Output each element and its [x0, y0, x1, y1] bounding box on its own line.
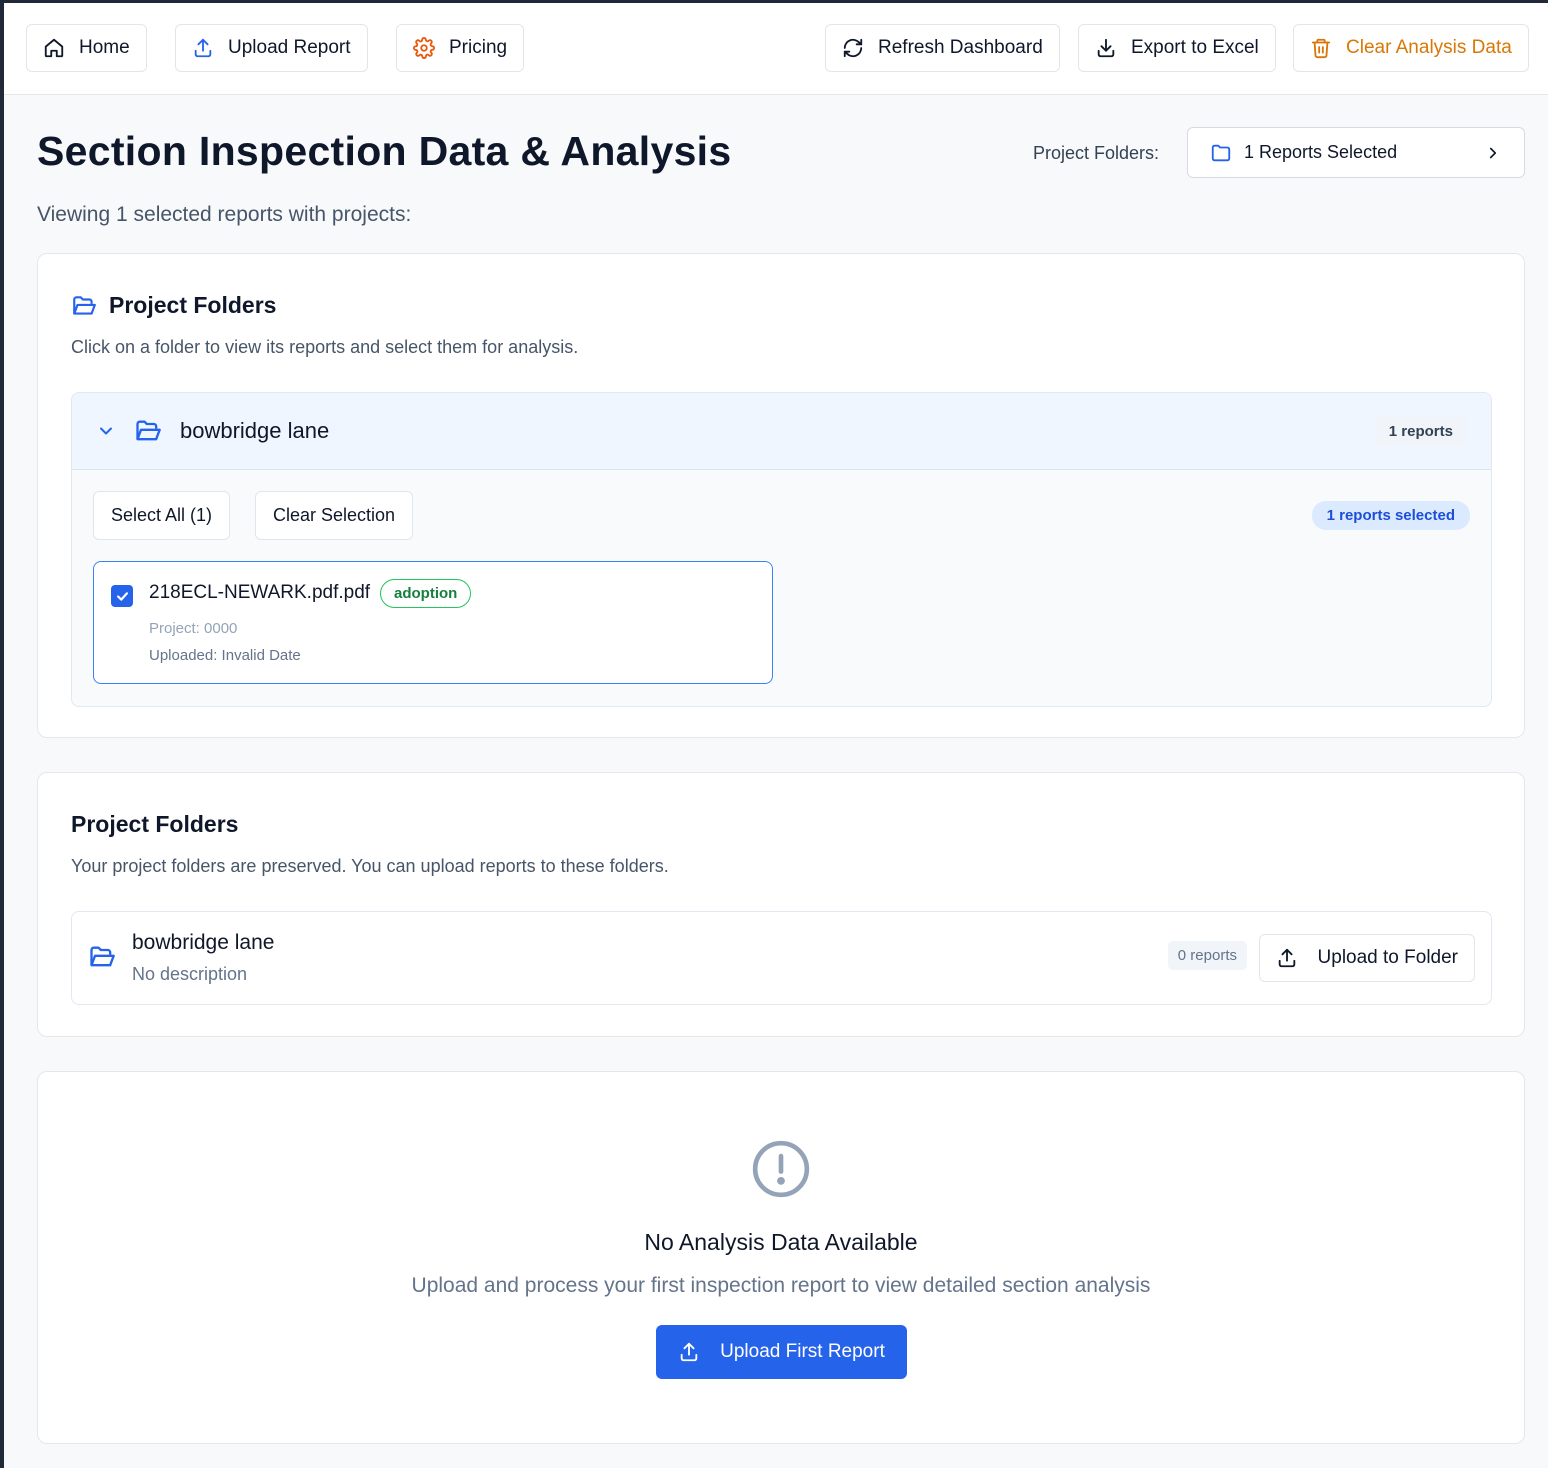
selected-count-badge: 1 reports selected [1311, 501, 1470, 530]
clear-selection-button[interactable]: Clear Selection [255, 491, 414, 540]
chevron-right-icon [1489, 147, 1497, 158]
empty-state-card: No Analysis Data Available Upload and pr… [37, 1071, 1525, 1444]
upload-icon [194, 38, 212, 58]
export-excel-button[interactable]: Export to Excel [1078, 24, 1276, 72]
refresh-icon [843, 38, 863, 58]
project-folders-selector[interactable]: 1 Reports Selected [1187, 127, 1525, 178]
gear-icon [413, 37, 435, 59]
folder-header[interactable]: bowbridge lane 1 reports [72, 393, 1491, 470]
export-label: Export to Excel [1131, 37, 1259, 58]
card-description: Click on a folder to view its reports an… [71, 337, 579, 357]
reports-selected-label: 1 Reports Selected [1244, 142, 1398, 162]
card-header: Project Folders [71, 292, 276, 319]
page-title: Section Inspection Data & Analysis [37, 128, 732, 174]
report-type-tag: adoption [380, 579, 472, 608]
folder-row: bowbridge lane No description 0 reports … [71, 911, 1492, 1005]
card-title: Project Folders [109, 292, 277, 318]
chevron-down-icon[interactable] [96, 421, 116, 441]
report-item[interactable]: 218ECL-NEWARK.pdf.pdf adoption Project: … [93, 561, 773, 684]
report-checkbox[interactable] [111, 585, 133, 607]
report-filename: 218ECL-NEWARK.pdf.pdf [149, 582, 371, 603]
upload-to-folder-button[interactable]: Upload to Folder [1258, 934, 1475, 982]
home-icon [44, 38, 64, 58]
folder-open-icon [136, 420, 161, 441]
upload-to-folder-label: Upload to Folder [1317, 947, 1458, 968]
top-navbar: Home Upload Report Pricing Refresh Dashb… [4, 3, 1548, 95]
upload-first-report-label: Upload First Report [720, 1341, 885, 1362]
preserved-folders-card: Project Folders Your project folders are… [37, 772, 1525, 1037]
check-icon [116, 591, 128, 601]
folder-accordion: bowbridge lane 1 reports Select All (1) … [71, 392, 1492, 707]
card-description: Your project folders are preserved. You … [71, 856, 669, 876]
folder-icon [1211, 144, 1231, 161]
folder-open-icon [90, 946, 115, 967]
empty-state-title: No Analysis Data Available [644, 1229, 918, 1255]
home-label: Home [79, 37, 130, 58]
clear-analysis-label: Clear Analysis Data [1346, 37, 1512, 58]
report-project: Project: 0000 [149, 620, 238, 637]
home-button[interactable]: Home [26, 24, 147, 72]
project-folders-card: Project Folders Click on a folder to vie… [37, 253, 1525, 738]
upload-report-button[interactable]: Upload Report [175, 24, 368, 72]
empty-state-description: Upload and process your first inspection… [411, 1274, 1151, 1297]
alert-circle-icon [752, 1140, 810, 1198]
trash-icon [1311, 38, 1331, 59]
refresh-dashboard-button[interactable]: Refresh Dashboard [825, 24, 1060, 72]
report-uploaded: Uploaded: Invalid Date [149, 647, 301, 664]
folder-name: bowbridge lane [132, 931, 275, 954]
upload-icon [680, 1342, 698, 1362]
project-folders-label: Project Folders: [1033, 143, 1160, 163]
folder-open-icon [73, 295, 96, 315]
pricing-label: Pricing [449, 37, 508, 58]
pricing-button[interactable]: Pricing [396, 24, 525, 72]
folder-name: bowbridge lane [180, 418, 330, 443]
upload-first-report-button[interactable]: Upload First Report [656, 1325, 907, 1379]
clear-analysis-button[interactable]: Clear Analysis Data [1293, 24, 1529, 72]
report-count-badge: 1 reports [1374, 416, 1467, 446]
upload-report-label: Upload Report [228, 37, 351, 58]
upload-icon [1278, 948, 1295, 968]
refresh-label: Refresh Dashboard [878, 37, 1043, 58]
download-icon [1097, 38, 1115, 58]
select-all-button[interactable]: Select All (1) [93, 491, 231, 540]
report-count-badge: 0 reports [1167, 941, 1247, 970]
card-title: Project Folders [71, 811, 239, 837]
page-subtitle: Viewing 1 selected reports with projects… [37, 203, 412, 226]
folder-description: No description [132, 964, 248, 984]
